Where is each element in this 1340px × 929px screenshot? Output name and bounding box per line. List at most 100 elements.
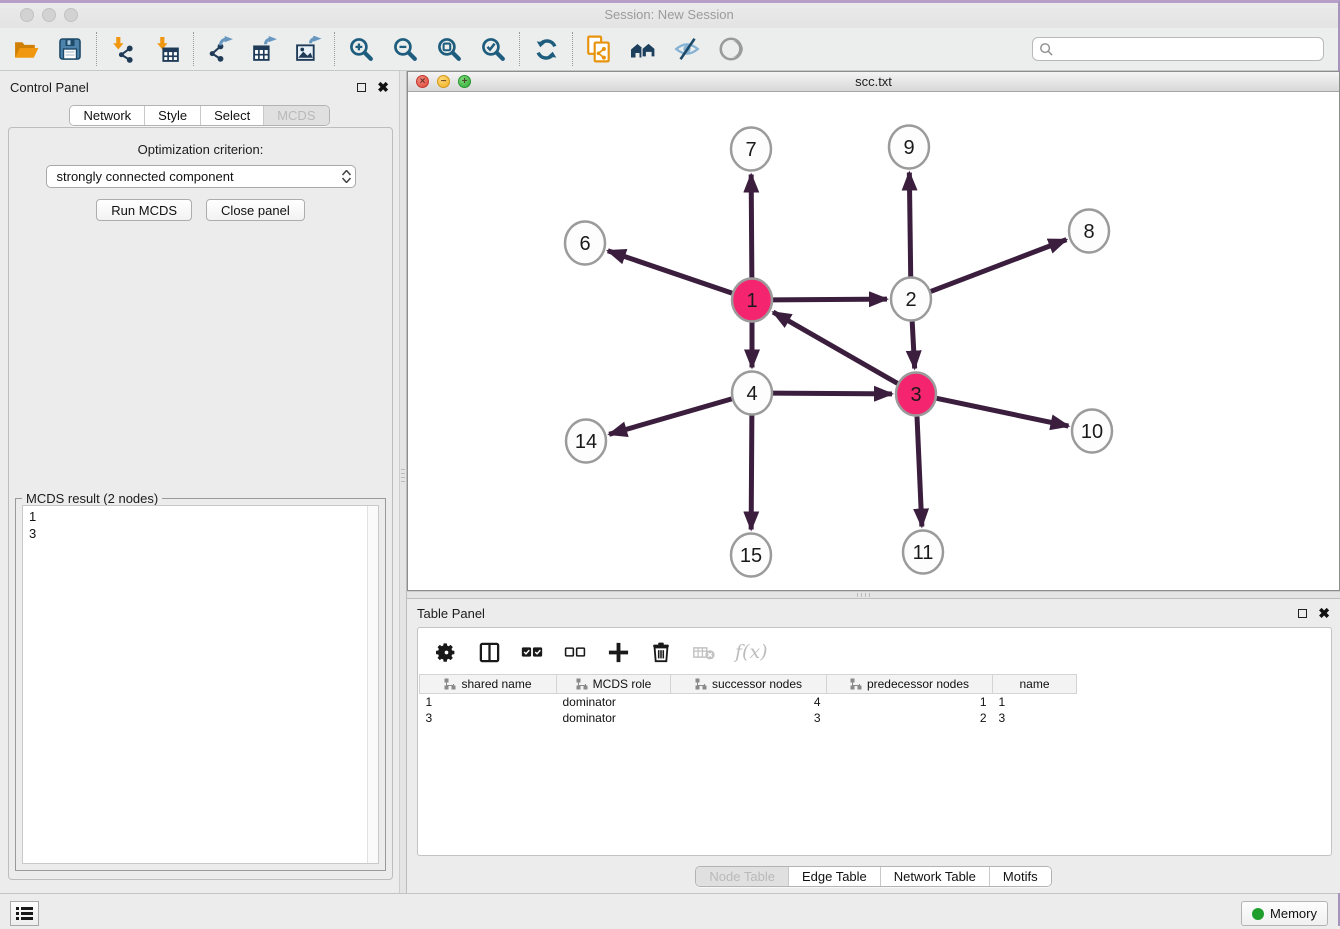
graph-node-11[interactable]: 11 [903, 531, 943, 574]
vertical-splitter[interactable] [399, 71, 407, 893]
window-titlebar: Session: New Session [0, 3, 1338, 28]
column-header-shared-name[interactable]: shared name [420, 675, 557, 694]
graph-edge-3-11[interactable] [917, 416, 922, 526]
cell-mcds-role[interactable]: dominator [557, 710, 671, 726]
horizontal-splitter[interactable] [407, 591, 1340, 599]
graph-node-1[interactable]: 1 [732, 279, 772, 322]
cell-shared-name[interactable]: 3 [420, 710, 557, 726]
cell-successor-nodes[interactable]: 3 [671, 710, 827, 726]
hide-graphics-details-icon[interactable] [673, 35, 701, 63]
run-mcds-button[interactable]: Run MCDS [96, 199, 192, 221]
import-network-icon[interactable] [109, 35, 137, 63]
export-image-icon[interactable] [294, 35, 322, 63]
tab-node-table[interactable]: Node Table [696, 867, 788, 886]
graph-edge-3-1[interactable] [773, 312, 897, 383]
tab-edge-table[interactable]: Edge Table [788, 867, 880, 886]
graph-edge-2-9[interactable] [909, 172, 910, 276]
task-history-button[interactable] [10, 901, 39, 926]
zoom-selected-icon[interactable] [479, 35, 507, 63]
show-column-selector-icon[interactable] [477, 640, 501, 664]
open-session-icon[interactable] [12, 35, 40, 63]
tab-motifs[interactable]: Motifs [989, 867, 1051, 886]
cell-successor-nodes[interactable]: 4 [671, 694, 827, 710]
close-panel-icon[interactable]: ✖ [377, 82, 389, 92]
graph-node-10[interactable]: 10 [1072, 410, 1112, 453]
cell-predecessor-nodes[interactable]: 2 [827, 710, 993, 726]
node-table-container: f(x) shared name MCDS role successor nod… [417, 627, 1332, 856]
graph-edge-1-6[interactable] [608, 251, 732, 293]
refresh-icon[interactable] [532, 35, 560, 63]
graph-node-6[interactable]: 6 [565, 222, 605, 265]
column-header-predecessor-nodes[interactable]: predecessor nodes [827, 675, 993, 694]
graph-edge-4-3[interactable] [773, 393, 892, 394]
cell-name[interactable]: 3 [993, 710, 1077, 726]
graph-edge-2-8[interactable] [931, 240, 1067, 292]
graph-node-label: 10 [1081, 421, 1103, 443]
graph-node-7[interactable]: 7 [731, 128, 771, 171]
float-table-panel-icon[interactable] [1298, 609, 1307, 618]
show-graphics-details-icon[interactable] [717, 35, 745, 63]
export-network-icon[interactable] [206, 35, 234, 63]
cell-name[interactable]: 1 [993, 694, 1077, 710]
table-panel: Table Panel ✖ [407, 599, 1340, 893]
delete-column-trash-icon[interactable] [649, 640, 673, 664]
mcds-result-title: MCDS result (2 nodes) [22, 491, 162, 506]
deselect-all-icon[interactable] [563, 640, 587, 664]
column-header-successor-nodes[interactable]: successor nodes [671, 675, 827, 694]
table-row[interactable]: 3 dominator 3 2 3 [420, 710, 1077, 726]
graph-node-label: 2 [905, 289, 916, 311]
search-input[interactable] [1054, 42, 1317, 57]
graph-edge-4-15[interactable] [751, 415, 752, 529]
graph-node-2[interactable]: 2 [891, 278, 931, 321]
zoom-out-icon[interactable] [391, 35, 419, 63]
create-column-icon[interactable] [606, 640, 630, 664]
graph-node-label: 1 [746, 290, 757, 312]
cell-mcds-role[interactable]: dominator [557, 694, 671, 710]
table-settings-gear-icon[interactable] [434, 640, 458, 664]
tab-network-table[interactable]: Network Table [880, 867, 989, 886]
column-header-mcds-role[interactable]: MCDS role [557, 675, 671, 694]
network-canvas[interactable]: 7 9 6 8 1 2 4 3 14 10 15 11 [408, 92, 1339, 590]
mcds-result-area[interactable]: 1 3 [22, 505, 379, 864]
zoom-fit-icon[interactable] [435, 35, 463, 63]
graph-edge-1-7[interactable] [751, 174, 752, 277]
graph-edge-1-2[interactable] [773, 299, 887, 300]
graph-edge-2-3[interactable] [912, 321, 914, 368]
float-panel-icon[interactable] [357, 83, 366, 92]
graph-node-9[interactable]: 9 [889, 126, 929, 169]
cell-predecessor-nodes[interactable]: 1 [827, 694, 993, 710]
copy-network-icon[interactable] [585, 35, 613, 63]
import-table-icon[interactable] [153, 35, 181, 63]
graph-edge-3-10[interactable] [937, 398, 1069, 426]
cell-shared-name[interactable]: 1 [420, 694, 557, 710]
zoom-in-icon[interactable] [347, 35, 375, 63]
graph-node-14[interactable]: 14 [566, 420, 606, 463]
tab-style[interactable]: Style [144, 106, 200, 125]
close-panel-button[interactable]: Close panel [206, 199, 305, 221]
result-scrollbar[interactable] [367, 506, 378, 863]
save-session-icon[interactable] [56, 35, 84, 63]
graph-node-label: 8 [1083, 221, 1094, 243]
column-header-name[interactable]: name [993, 675, 1077, 694]
graph-edge-4-14[interactable] [609, 399, 732, 434]
graph-node-3[interactable]: 3 [896, 373, 936, 416]
export-table-icon[interactable] [250, 35, 278, 63]
criterion-select[interactable]: strongly connected component [46, 165, 356, 188]
tab-network[interactable]: Network [70, 106, 144, 125]
toolbar-search-box [1032, 37, 1324, 61]
graph-node-4[interactable]: 4 [732, 372, 772, 415]
memory-button[interactable]: Memory [1241, 901, 1328, 926]
select-all-icon[interactable] [520, 640, 544, 664]
tab-mcds[interactable]: MCDS [263, 106, 328, 125]
main-toolbar [0, 28, 1338, 71]
table-panel-title: Table Panel [417, 606, 485, 621]
control-panel: Control Panel ✖ Network Style Select MCD… [0, 71, 399, 893]
home-networks-icon[interactable] [629, 35, 657, 63]
table-row[interactable]: 1 dominator 4 1 1 [420, 694, 1077, 710]
attribute-icon [444, 678, 456, 690]
tab-select[interactable]: Select [200, 106, 263, 125]
close-table-panel-icon[interactable]: ✖ [1318, 608, 1330, 618]
attribute-icon [695, 678, 707, 690]
graph-node-15[interactable]: 15 [731, 534, 771, 577]
graph-node-8[interactable]: 8 [1069, 210, 1109, 253]
